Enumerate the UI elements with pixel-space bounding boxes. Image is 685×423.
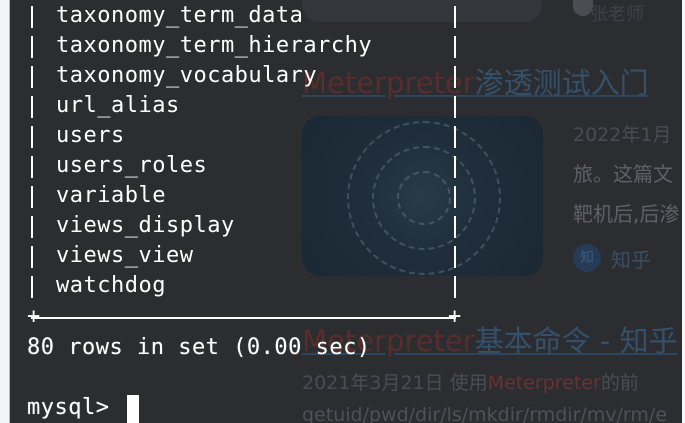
table-border-right — [454, 36, 456, 58]
table-row-value: views_display — [56, 213, 235, 238]
table-row-value: variable — [56, 183, 166, 208]
table-corner-right: + — [448, 304, 462, 329]
table-row-value: watchdog — [56, 273, 166, 298]
table-row-value: taxonomy_term_hierarchy — [56, 33, 373, 58]
table-border-left — [31, 6, 33, 28]
query-result-summary: 80 rows in set (0.00 sec) — [27, 335, 371, 360]
table-row-value: url_alias — [56, 93, 180, 118]
table-border-left — [31, 246, 33, 268]
terminal-window[interactable]: taxonomy_term_data taxonomy_term_hierarc… — [10, 0, 682, 423]
terminal-cursor[interactable] — [127, 395, 139, 423]
table-row-value: views_view — [56, 243, 194, 268]
table-border-left — [31, 36, 33, 58]
table-border-left — [31, 186, 33, 208]
table-border-right — [454, 126, 456, 148]
table-border-left — [31, 156, 33, 178]
mysql-prompt: mysql> — [27, 395, 124, 420]
table-border-left — [31, 216, 33, 238]
table-border-right — [454, 66, 456, 88]
window-left-edge — [0, 0, 10, 423]
table-border-right — [454, 246, 456, 268]
table-row-value: taxonomy_vocabulary — [56, 63, 318, 88]
table-border-right — [454, 156, 456, 178]
table-border-right — [454, 216, 456, 238]
table-border-left — [31, 96, 33, 118]
table-border-right — [454, 186, 456, 208]
table-row-value: taxonomy_term_data — [56, 3, 304, 28]
table-border-left — [31, 276, 33, 298]
table-border-left — [31, 66, 33, 88]
table-corner-left: + — [27, 304, 41, 329]
table-border-left — [31, 126, 33, 148]
table-border-right — [454, 276, 456, 298]
screen: 张老师 Meterpreter渗透测试入门 2022年1月 旅。这篇文 靶机后,… — [0, 0, 685, 423]
table-row-value: users — [56, 123, 125, 148]
table-border-right — [454, 96, 456, 118]
table-border-bottom — [31, 317, 456, 319]
table-row-value: users_roles — [56, 153, 208, 178]
table-border-right — [454, 6, 456, 28]
